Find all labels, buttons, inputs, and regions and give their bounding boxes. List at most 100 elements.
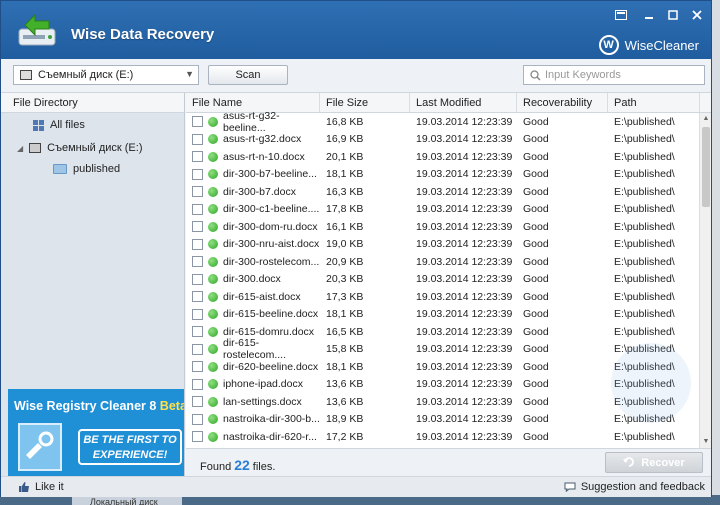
row-checkbox[interactable]	[192, 116, 203, 128]
search-icon	[530, 69, 541, 81]
app-window: Wise Data Recovery W WiseCleaner Съемный…	[0, 0, 712, 497]
recoverability-cell: Good	[523, 430, 549, 443]
feedback-link[interactable]: Suggestion and feedback	[564, 481, 705, 493]
row-checkbox[interactable]	[192, 221, 203, 233]
scan-button[interactable]: Scan	[208, 65, 288, 85]
recoverability-cell: Good	[523, 150, 549, 163]
table-row[interactable]: dir-300-b7-beeline... 18,1 KB 19.03.2014 1…	[186, 166, 711, 184]
scroll-thumb[interactable]	[702, 127, 710, 207]
drive-select[interactable]: Съемный диск (E:) ▼	[13, 65, 199, 85]
like-it-link[interactable]: Like it	[19, 481, 64, 493]
last-modified-cell: 19.03.2014 12:23:39	[416, 413, 513, 426]
vertical-scrollbar[interactable]: ▲ ▼	[699, 113, 711, 448]
row-checkbox[interactable]	[192, 378, 203, 390]
recoverability-cell: Good	[523, 343, 549, 356]
table-row[interactable]: nastroika-dir-620-r... 17,2 KB 19.03.2014 …	[186, 428, 711, 446]
table-row[interactable]: dir-300-c1-beeline.... 17,8 KB 19.03.2014 …	[186, 201, 711, 219]
table-row[interactable]: dir-300-nru-aist.docx 19,0 KB 19.03.2014 1…	[186, 236, 711, 254]
file-name: dir-300-c1-beeline....	[223, 203, 320, 216]
path-cell: E:\published\	[614, 185, 675, 198]
table-row[interactable]: dir-615-aist.docx 17,3 KB 19.03.2014 12:23…	[186, 288, 711, 306]
row-checkbox[interactable]	[192, 343, 203, 355]
file-name-cell: dir-300-c1-beeline....	[186, 203, 320, 215]
tree-item-label: published	[73, 163, 121, 175]
table-row[interactable]: asus-rt-n-10.docx 20,1 KB 19.03.2014 12:23…	[186, 148, 711, 166]
menu-icon[interactable]	[613, 9, 629, 23]
path-cell: E:\published\	[614, 255, 675, 268]
file-size-cell: 18,1 KB	[326, 168, 364, 181]
row-checkbox[interactable]	[192, 238, 203, 250]
tree-item-all-files[interactable]: All files	[33, 119, 85, 131]
minimize-icon[interactable]	[641, 9, 657, 23]
column-header-file-size[interactable]: File Size	[320, 93, 410, 112]
last-modified-cell: 19.03.2014 12:23:39	[416, 343, 513, 356]
recoverability-cell: Good	[523, 203, 549, 216]
file-name: iphone-ipad.docx	[223, 378, 303, 391]
tree-item-published[interactable]: published	[53, 163, 120, 175]
recover-label: Recover	[641, 456, 685, 469]
table-row[interactable]: dir-300-b7.docx 16,3 KB 19.03.2014 12:23:3…	[186, 183, 711, 201]
row-checkbox[interactable]	[192, 291, 203, 303]
search-input[interactable]	[545, 69, 695, 81]
brand[interactable]: W WiseCleaner	[598, 35, 699, 55]
recoverability-good-icon	[208, 361, 218, 372]
close-icon[interactable]	[689, 9, 705, 23]
undo-icon	[623, 457, 635, 467]
row-checkbox[interactable]	[192, 396, 203, 408]
row-checkbox[interactable]	[192, 133, 203, 145]
file-size-cell: 19,0 KB	[326, 238, 364, 251]
row-checkbox[interactable]	[192, 151, 203, 163]
file-name-cell: nastroika-dir-620-r...	[186, 431, 320, 443]
row-checkbox[interactable]	[192, 203, 203, 215]
file-name-cell: dir-300-dom-ru.docx	[186, 221, 320, 233]
column-header-recoverability[interactable]: Recoverability	[517, 93, 608, 112]
title-bar[interactable]: Wise Data Recovery W WiseCleaner	[1, 1, 711, 59]
row-checkbox[interactable]	[192, 186, 203, 198]
watermark	[611, 343, 691, 423]
row-checkbox[interactable]	[192, 431, 203, 443]
promo-cta-line1: BE THE FIRST TO	[83, 434, 177, 446]
file-size-cell: 20,3 KB	[326, 273, 364, 286]
row-checkbox[interactable]	[192, 273, 203, 285]
recoverability-cell: Good	[523, 360, 549, 373]
table-row[interactable]: asus-rt-g32.docx 16,9 KB 19.03.2014 12:23:…	[186, 131, 711, 149]
file-name: dir-300.docx	[223, 273, 281, 286]
column-header-path[interactable]: Path	[608, 93, 700, 112]
recoverability-good-icon	[208, 414, 218, 425]
table-row[interactable]: dir-615-beeline.docx 18,1 KB 19.03.2014 12…	[186, 306, 711, 324]
scroll-down-icon[interactable]: ▼	[700, 436, 711, 448]
recoverability-good-icon	[208, 379, 218, 390]
table-row[interactable]: dir-300-rostelecom... 20,9 KB 19.03.2014 1…	[186, 253, 711, 271]
maximize-icon[interactable]	[665, 9, 681, 23]
status-bar: Found 22 files. Recover	[186, 448, 711, 476]
row-checkbox[interactable]	[192, 168, 203, 180]
row-checkbox[interactable]	[192, 308, 203, 320]
promo-cta[interactable]: BE THE FIRST TO EXPERIENCE!	[78, 429, 182, 465]
grid-icon	[33, 119, 44, 131]
last-modified-cell: 19.03.2014 12:23:39	[416, 203, 513, 216]
table-row[interactable]: asus-rt-g32-beeline... 16,8 KB 19.03.2014 …	[186, 110, 711, 134]
recoverability-good-icon	[208, 186, 218, 197]
promo-banner[interactable]: Wise Registry Cleaner 8 Beta BE THE FIRS…	[8, 389, 184, 476]
table-row[interactable]: dir-300.docx 20,3 KB 19.03.2014 12:23:39 Go…	[186, 271, 711, 289]
column-header-last-modified[interactable]: Last Modified	[410, 93, 517, 112]
search-box[interactable]	[523, 65, 705, 85]
scroll-up-icon[interactable]: ▲	[700, 113, 711, 125]
file-name-cell: dir-300-nru-aist.docx	[186, 238, 320, 250]
row-checkbox[interactable]	[192, 256, 203, 268]
file-size-cell: 17,2 KB	[326, 430, 364, 443]
recoverability-good-icon	[208, 326, 218, 337]
row-checkbox[interactable]	[192, 326, 203, 338]
recoverability-cell: Good	[523, 290, 549, 303]
chevron-down-icon[interactable]: ▼	[185, 69, 194, 79]
recover-button[interactable]: Recover	[605, 452, 703, 473]
file-name-cell: dir-615-aist.docx	[186, 291, 320, 303]
table-row[interactable]: dir-300-dom-ru.docx 16,1 KB 19.03.2014 12:…	[186, 218, 711, 236]
collapse-arrow-icon[interactable]: ◢	[17, 144, 23, 153]
path-cell: E:\published\	[614, 308, 675, 321]
row-checkbox[interactable]	[192, 361, 203, 373]
row-checkbox[interactable]	[192, 413, 203, 425]
tree-item-drive[interactable]: ◢ Съемный диск (E:)	[17, 142, 143, 154]
recoverability-good-icon	[208, 431, 218, 442]
recoverability-good-icon	[208, 274, 218, 285]
